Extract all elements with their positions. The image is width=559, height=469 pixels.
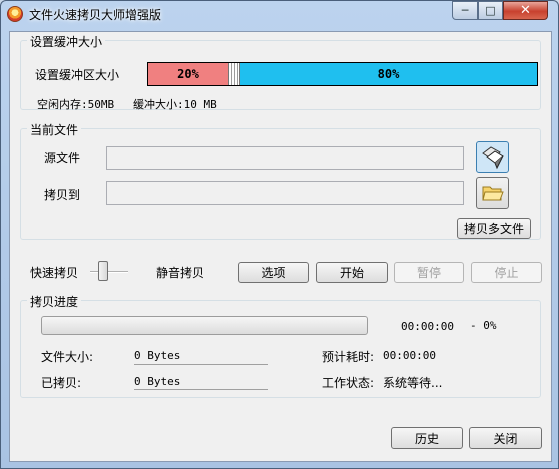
minimize-button[interactable]: ─: [452, 1, 478, 20]
copy-multiple-files-button[interactable]: 拷贝多文件: [457, 218, 531, 239]
destination-field[interactable]: [106, 181, 464, 205]
copied-label: 已拷贝:: [41, 376, 82, 390]
app-window: 文件火速拷贝大师增强版 ─ □ ✕ 设置缓冲大小 设置缓冲区大小 20% 80%…: [0, 0, 559, 469]
options-button[interactable]: 选项: [238, 262, 309, 283]
progress-percent: - 0%: [470, 319, 497, 332]
free-memory-text: 空闲内存:50MB: [37, 98, 115, 111]
source-file-label: 源文件: [44, 151, 81, 165]
copy-progress-bar: [41, 316, 368, 335]
maximize-icon: □: [485, 4, 496, 17]
buffer-slider-bar[interactable]: 20% 80%: [147, 62, 538, 86]
destination-label: 拷贝到: [44, 188, 81, 202]
app-logo-icon: [7, 6, 23, 22]
close-icon: ✕: [520, 3, 531, 18]
copy-mode-slider-track[interactable]: [90, 271, 128, 273]
copy-files-icon: [481, 146, 504, 170]
buffer-right-percent: 80%: [377, 67, 400, 81]
copy-mode-slider-thumb[interactable]: [98, 261, 108, 281]
main-panel: 设置缓冲大小 设置缓冲区大小 20% 80% 空闲内存:50MB 缓冲大小:10…: [9, 31, 552, 462]
buffer-left-percent: 20%: [177, 67, 199, 81]
copy-progress-group: 拷贝进度: [20, 293, 541, 398]
folder-icon: [481, 186, 504, 201]
buffer-right-segment: 80%: [240, 63, 537, 85]
current-file-group: 当前文件 源文件 拷贝到 拷贝多文件: [20, 121, 541, 240]
window-title: 文件火速拷贝大师增强版: [29, 8, 162, 22]
status-value: 系统等待...: [383, 376, 443, 390]
file-size-underline: [134, 364, 268, 365]
select-destination-button[interactable]: [476, 177, 509, 209]
stop-button[interactable]: 停止: [471, 262, 542, 283]
fast-copy-label: 快速拷贝: [30, 266, 79, 280]
buffer-group: 设置缓冲大小 设置缓冲区大小 20% 80% 空闲内存:50MB 缓冲大小:10…: [20, 33, 541, 111]
select-source-button[interactable]: [476, 141, 509, 173]
buffer-size-text: 缓冲大小:10 MB: [133, 98, 217, 111]
history-button[interactable]: 历史: [391, 427, 463, 449]
silent-copy-label: 静音拷贝: [156, 266, 205, 280]
title-bar[interactable]: 文件火速拷贝大师增强版 ─ □ ✕: [1, 1, 558, 27]
copy-progress-group-title: 拷贝进度: [27, 293, 82, 310]
eta-value: 00:00:00: [383, 349, 436, 362]
close-button[interactable]: 关闭: [469, 427, 542, 449]
copied-value: 0 Bytes: [134, 375, 181, 388]
start-button[interactable]: 开始: [316, 262, 388, 283]
source-file-field[interactable]: [106, 146, 464, 170]
pause-button[interactable]: 暂停: [394, 262, 464, 283]
buffer-group-title: 设置缓冲大小: [27, 33, 106, 50]
buffer-slider-handle[interactable]: [228, 63, 240, 85]
buffer-size-label: 设置缓冲区大小: [35, 68, 120, 82]
elapsed-time: 00:00:00: [401, 320, 454, 333]
file-size-label: 文件大小:: [41, 350, 94, 364]
buffer-left-segment: 20%: [148, 63, 228, 85]
current-file-group-title: 当前文件: [27, 121, 82, 138]
maximize-button[interactable]: □: [478, 1, 503, 20]
close-window-button[interactable]: ✕: [503, 1, 548, 20]
status-label: 工作状态:: [322, 376, 375, 390]
minimize-icon: ─: [461, 4, 469, 17]
file-size-value: 0 Bytes: [134, 349, 181, 362]
eta-label: 预计耗时:: [322, 350, 375, 364]
copied-underline: [134, 389, 268, 390]
